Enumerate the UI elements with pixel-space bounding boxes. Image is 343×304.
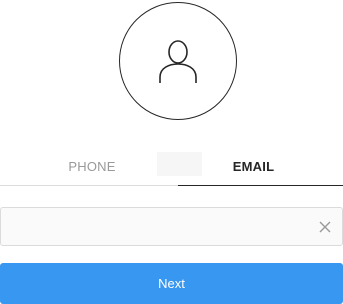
- close-icon: [319, 221, 331, 232]
- tab-phone[interactable]: PHONE: [0, 148, 178, 186]
- signup-screen: PHONE EMAIL Next: [0, 0, 343, 304]
- next-button[interactable]: Next: [0, 263, 343, 304]
- tab-email[interactable]: EMAIL: [178, 148, 343, 186]
- clear-input-button[interactable]: [308, 208, 342, 245]
- email-field: [0, 207, 343, 246]
- tab-phone-label: PHONE: [68, 159, 116, 174]
- user-outline-icon: [159, 40, 197, 83]
- profile-avatar: [119, 2, 237, 120]
- email-input[interactable]: [1, 208, 308, 245]
- tab-email-label: EMAIL: [232, 159, 275, 174]
- tab-separator-highlight: [157, 152, 202, 176]
